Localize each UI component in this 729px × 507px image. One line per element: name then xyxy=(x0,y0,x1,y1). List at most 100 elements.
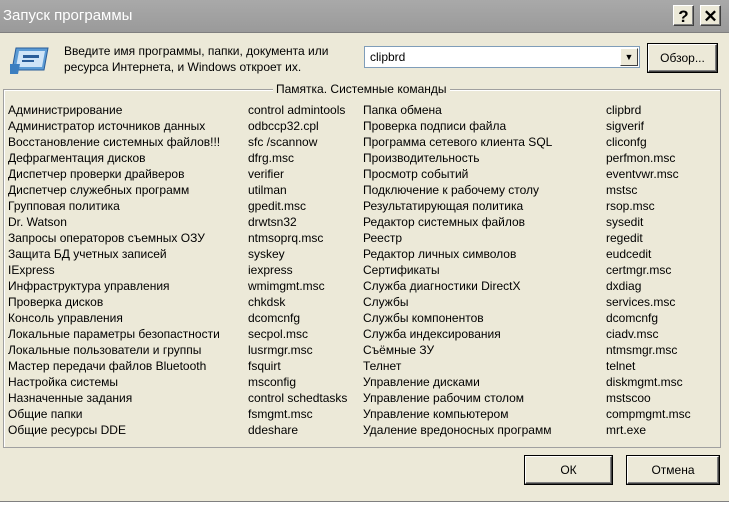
table-row: Проверка дисков chkdsk Службы services.msc xyxy=(8,294,716,310)
command-code: dcomcnfg xyxy=(248,311,301,325)
table-row: Запросы операторов съемных ОЗУ ntmsoprq.m… xyxy=(8,230,716,246)
browse-button[interactable]: Обзор... xyxy=(648,44,717,72)
command-name: Диспетчер служебных программ xyxy=(8,183,190,197)
help-button[interactable]: ? xyxy=(673,5,694,26)
command-code: chkdsk xyxy=(248,295,286,309)
command-code: sfc /scannow xyxy=(248,135,318,149)
command-code: syskey xyxy=(248,247,285,261)
command-name: Защита БД учетных записей xyxy=(8,247,167,261)
table-row: Общие ресурсы DDE ddeshare Удаление вредон… xyxy=(8,422,716,438)
command-code: odbccp32.cpl xyxy=(248,119,319,133)
command-name: Реестр xyxy=(363,231,402,245)
command-name: Редактор системных файлов xyxy=(363,215,525,229)
command-name: Съёмные ЗУ xyxy=(363,343,435,357)
command-name: Групповая политика xyxy=(8,199,120,213)
run-program-icon xyxy=(10,47,49,74)
command-code: mrt.exe xyxy=(606,423,647,437)
command-name: Запросы операторов съемных ОЗУ xyxy=(8,231,205,245)
command-code: mstsc xyxy=(606,183,638,197)
command-code: fsmgmt.msc xyxy=(248,407,313,421)
close-button[interactable]: ✕ xyxy=(700,5,721,26)
ok-button[interactable]: ОК xyxy=(525,456,612,484)
command-name: Локальные параметры безопастности xyxy=(8,327,220,341)
command-name: Общие папки xyxy=(8,407,83,421)
command-name: Служба диагностики DirectX xyxy=(363,279,521,293)
group-title: Памятка. Системные команды xyxy=(273,82,450,96)
command-name: Восстановление системных файлов!!! xyxy=(8,135,221,149)
command-name: Подключение к рабочему столу xyxy=(363,183,540,197)
commands-table: Администрирование control admintools Папка… xyxy=(8,102,716,438)
table-row: Общие папки fsmgmt.msc Управление компьюте… xyxy=(8,406,716,422)
table-row: Локальные пользователи и группы lusrmgr.m… xyxy=(8,342,716,358)
cancel-button[interactable]: Отмена xyxy=(627,456,719,484)
command-code: compmgmt.msc xyxy=(606,407,691,421)
command-name: Сертификаты xyxy=(363,263,440,277)
command-code: clipbrd xyxy=(606,103,642,117)
command-name: Управление дисками xyxy=(363,375,480,389)
command-name: Папка обмена xyxy=(363,103,442,117)
command-name: Назначенные задания xyxy=(8,391,133,405)
open-combobox[interactable]: clipbrd ▼ xyxy=(364,46,640,68)
command-code: eudcedit xyxy=(606,247,652,261)
title-bar: Запуск программы ? ✕ xyxy=(0,0,729,33)
command-name: Службы компонентов xyxy=(363,311,484,325)
command-name: IExpress xyxy=(8,263,55,277)
table-row: Администратор источников данных odbccp32.… xyxy=(8,118,716,134)
command-code: dxdiag xyxy=(606,279,642,293)
command-code: drwtsn32 xyxy=(248,215,297,229)
command-code: gpedit.msc xyxy=(248,199,307,213)
command-code: wmimgmt.msc xyxy=(248,279,325,293)
command-name: Телнет xyxy=(363,359,402,373)
command-name: Дефрагментация дисков xyxy=(8,151,146,165)
open-input[interactable]: clipbrd xyxy=(370,50,405,64)
command-name: Dr. Watson xyxy=(8,215,67,229)
command-code: sigverif xyxy=(606,119,645,133)
command-name: Общие ресурсы DDE xyxy=(8,423,126,437)
command-name: Проверка подписи файла xyxy=(363,119,507,133)
command-name: Настройка системы xyxy=(8,375,119,389)
table-row: Мастер передачи файлов Bluetooth fsquirt Т… xyxy=(8,358,716,374)
command-code: certmgr.msc xyxy=(606,263,672,277)
window-title: Запуск программы xyxy=(3,7,133,24)
table-row: Назначенные задания control schedtasks Упр… xyxy=(8,390,716,406)
command-code: regedit xyxy=(606,231,643,245)
table-row: Дефрагментация дисков dfrg.msc Производите… xyxy=(8,150,716,166)
command-code: dfrg.msc xyxy=(248,151,295,165)
table-row: Локальные параметры безопастности secpol.… xyxy=(8,326,716,342)
command-name: Управление рабочим столом xyxy=(363,391,525,405)
command-code: ntmsmgr.msc xyxy=(606,343,678,357)
command-name: Результатирующая политика xyxy=(363,199,524,213)
command-name: Локальные пользователи и группы xyxy=(8,343,202,357)
command-name: Консоль управления xyxy=(8,311,123,325)
command-code: cliconfg xyxy=(606,135,647,149)
command-name: Просмотр событий xyxy=(363,167,469,181)
command-code: lusrmgr.msc xyxy=(248,343,313,357)
bottom-edge xyxy=(0,501,729,507)
command-name: Инфраструктура управления xyxy=(8,279,170,293)
command-code: ciadv.msc xyxy=(606,327,659,341)
table-row: Настройка системы msconfig Управление диск… xyxy=(8,374,716,390)
command-code: utilman xyxy=(248,183,287,197)
command-name: Проверка дисков xyxy=(8,295,104,309)
instruction-text: Введите имя программы, папки, документа … xyxy=(64,44,329,74)
command-code: control schedtasks xyxy=(248,391,348,405)
table-row: Диспетчер служебных программ utilman Подкл… xyxy=(8,182,716,198)
command-code: iexpress xyxy=(248,263,293,277)
command-name: Производительность xyxy=(363,151,480,165)
command-code: ddeshare xyxy=(248,423,299,437)
command-code: dcomcnfg xyxy=(606,311,659,325)
command-code: mstscoo xyxy=(606,391,651,405)
command-code: msconfig xyxy=(248,375,297,389)
command-code: fsquirt xyxy=(248,359,281,373)
command-name: Редактор личных символов xyxy=(363,247,517,261)
command-code: secpol.msc xyxy=(248,327,309,341)
command-code: sysedit xyxy=(606,215,644,229)
table-row: Диспетчер проверки драйверов verifier Прос… xyxy=(8,166,716,182)
table-row: Восстановление системных файлов!!! sfc /s… xyxy=(8,134,716,150)
table-row: Администрирование control admintools Папка… xyxy=(8,102,716,118)
command-name: Мастер передачи файлов Bluetooth xyxy=(8,359,207,373)
dropdown-arrow-icon[interactable]: ▼ xyxy=(620,48,638,66)
command-code: telnet xyxy=(606,359,636,373)
command-name: Администратор источников данных xyxy=(8,119,206,133)
command-name: Администрирование xyxy=(8,103,123,117)
